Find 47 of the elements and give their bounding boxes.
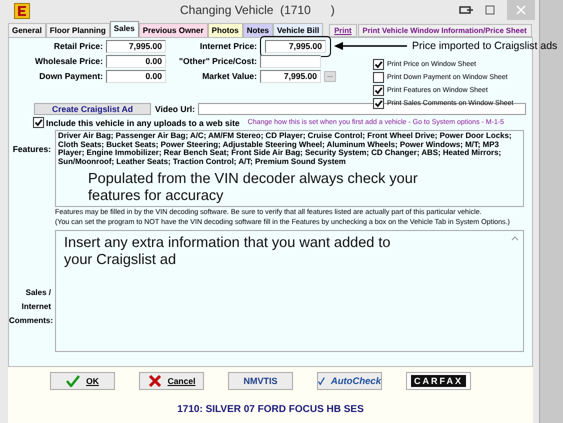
price-field[interactable]: 7,995.00 bbox=[106, 40, 166, 52]
field-label: Wholesale Price: bbox=[34, 56, 103, 66]
field-label: Sales / Internet Comments: bbox=[9, 287, 51, 327]
ok-button[interactable]: OK bbox=[50, 372, 115, 390]
field-label: Market Value: bbox=[201, 71, 257, 81]
checkbox[interactable] bbox=[373, 98, 384, 108]
annotation-text: Populated from the VIN decoder always check your features for accuracy bbox=[88, 171, 419, 206]
minimize-icon[interactable] bbox=[459, 5, 473, 15]
tab[interactable]: General bbox=[8, 23, 46, 37]
checkbox-label: Include this vehicle in any uploads to a web site bbox=[46, 118, 240, 128]
field-label: Internet Price: bbox=[198, 41, 257, 51]
cancel-button[interactable]: Cancel bbox=[139, 372, 204, 390]
field-label: Retail Price: bbox=[52, 41, 103, 51]
features-field[interactable] bbox=[55, 130, 524, 207]
nmvtis-button[interactable]: NMVTIS bbox=[228, 372, 293, 390]
tab[interactable]: Floor Planning bbox=[46, 23, 110, 37]
field-label: Video Url: bbox=[155, 104, 195, 114]
checkbox[interactable] bbox=[373, 58, 384, 70]
checkbox[interactable] bbox=[373, 84, 384, 96]
price-field[interactable]: 0.00 bbox=[106, 54, 166, 68]
cross-icon bbox=[148, 374, 162, 388]
field-label: Features: bbox=[12, 143, 51, 156]
checkbox[interactable] bbox=[373, 72, 384, 82]
comments-text: Insert any extra information that you want added to your Craigslist ad bbox=[64, 235, 392, 269]
create-ad-button[interactable]: Create Craigslist Ad bbox=[34, 102, 151, 114]
scroll-up-icon[interactable] bbox=[510, 234, 520, 242]
app-icon bbox=[14, 3, 30, 19]
tab[interactable]: Sales bbox=[110, 21, 139, 37]
window-title: Changing Vehicle (1710 ) bbox=[180, 3, 335, 17]
tab[interactable]: Vehicle Bill bbox=[272, 23, 324, 37]
comments-field[interactable]: Insert any extra information that you want added to your Craigslist ad bbox=[55, 230, 524, 352]
check-icon bbox=[66, 375, 80, 387]
price-field[interactable]: 0.00 bbox=[106, 70, 166, 82]
autocheck-button[interactable]: AutoCheck bbox=[317, 372, 382, 390]
tab[interactable]: Notes bbox=[242, 23, 273, 37]
field-label: Down Payment: bbox=[38, 71, 103, 81]
field-label: "Other" Price/Cost: bbox=[178, 56, 257, 66]
tab[interactable]: Previous Owner bbox=[138, 23, 208, 37]
vehicle-caption: 1710: SILVER 07 FORD FOCUS HB SES bbox=[177, 404, 364, 415]
price-field[interactable]: 7,995.00 bbox=[265, 40, 326, 52]
price-field[interactable] bbox=[260, 54, 321, 68]
tab[interactable]: Photos bbox=[208, 23, 243, 37]
price-field[interactable]: 7,995.00 bbox=[260, 70, 321, 82]
checkbox[interactable] bbox=[33, 117, 44, 128]
callout-text: Price imported to Craigslist ads bbox=[412, 40, 558, 52]
maximize-icon[interactable] bbox=[485, 5, 495, 15]
carfax-button[interactable]: CARFAX bbox=[406, 372, 471, 390]
